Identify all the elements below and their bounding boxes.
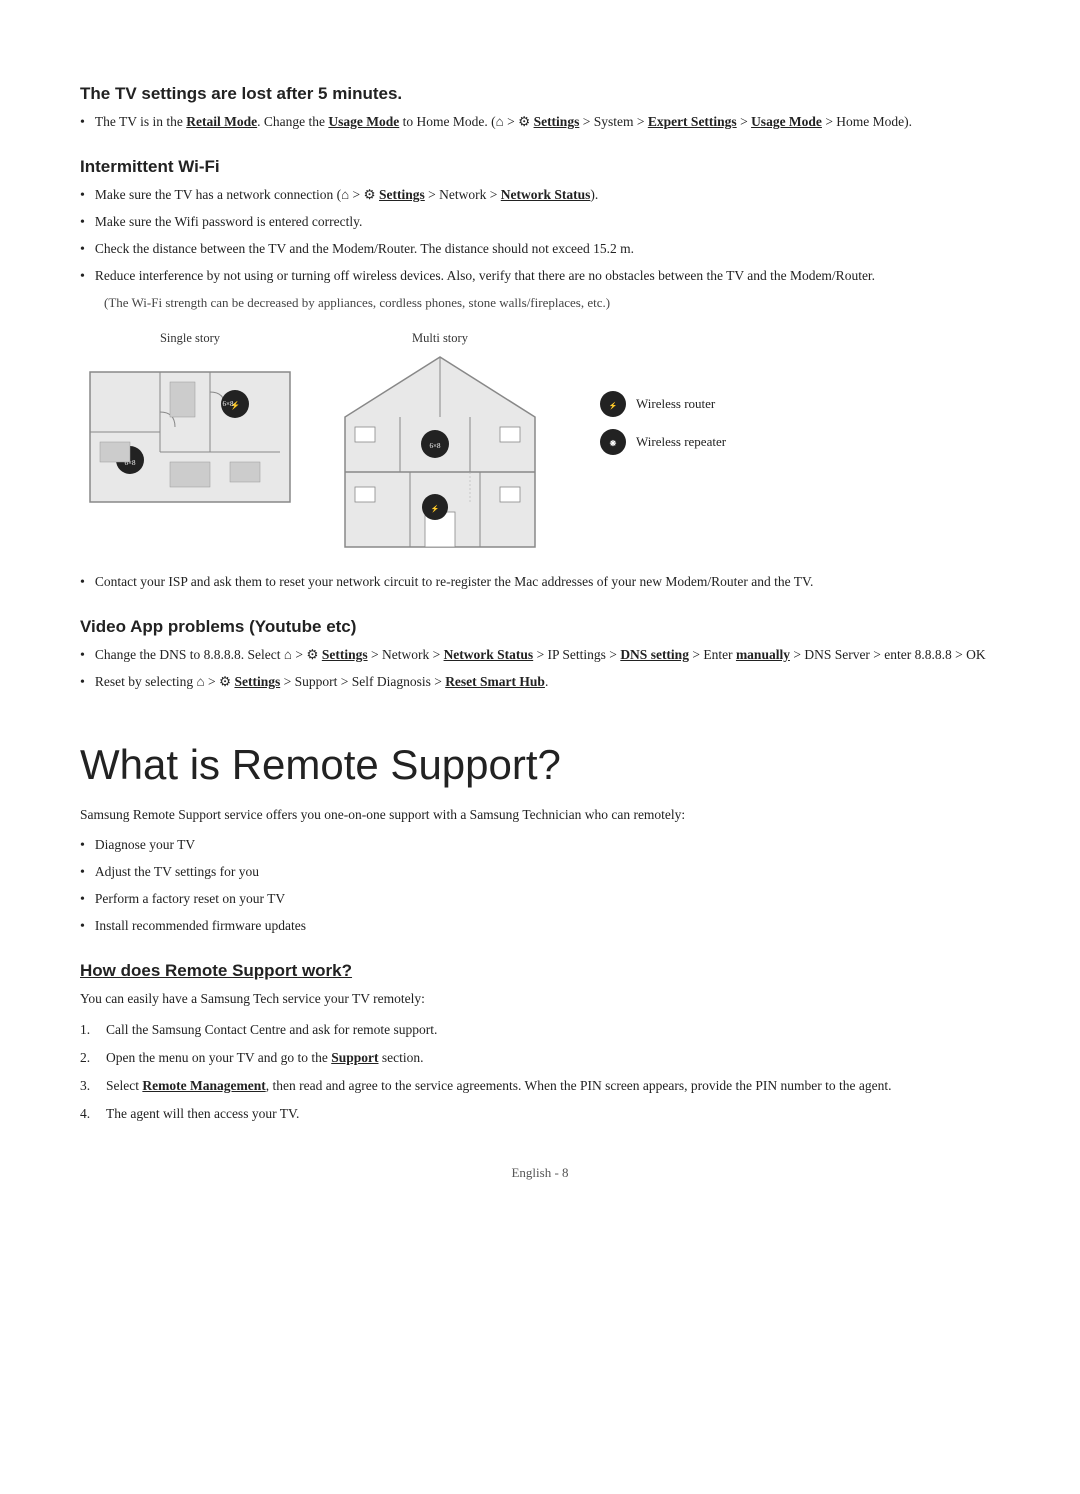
- tv-settings-title: The TV settings are lost after 5 minutes…: [80, 84, 1000, 104]
- wifi-diagram: Single story ⚡ 6×8 6×8: [80, 331, 1000, 552]
- svg-text:❋: ❋: [610, 439, 617, 448]
- video-app-section: Video App problems (Youtube etc) Change …: [80, 617, 1000, 693]
- how-works-section: How does Remote Support work? You can ea…: [80, 961, 1000, 1124]
- repeater-icon: ❋: [600, 429, 626, 455]
- how-works-title: How does Remote Support work?: [80, 961, 1000, 981]
- wifi-bullet4: Reduce interference by not using or turn…: [80, 266, 1000, 287]
- router-label: Wireless router: [636, 396, 715, 412]
- footer-text: English - 8: [511, 1165, 568, 1180]
- single-story-label: Single story: [160, 331, 220, 346]
- svg-text:6×8: 6×8: [223, 400, 234, 408]
- video-app-bullet1: Change the DNS to 8.8.8.8. Select ⌂ > ⚙ …: [80, 645, 1000, 666]
- wifi-bullet5: Contact your ISP and ask them to reset y…: [80, 572, 1000, 593]
- svg-text:⚡: ⚡: [431, 504, 440, 513]
- wifi-bullet3: Check the distance between the TV and th…: [80, 239, 1000, 260]
- how-works-step4: The agent will then access your TV.: [80, 1104, 1000, 1124]
- wifi-legend: ⚡ Wireless router ❋ Wireless repeater: [600, 391, 726, 455]
- multi-story-diagram: Multi story: [340, 331, 540, 552]
- repeater-label: Wireless repeater: [636, 434, 726, 450]
- remote-support-title: What is Remote Support?: [80, 741, 1000, 789]
- remote-support-bullet1: Diagnose your TV: [80, 835, 1000, 856]
- legend-repeater: ❋ Wireless repeater: [600, 429, 726, 455]
- wifi-bullet1: Make sure the TV has a network connectio…: [80, 185, 1000, 206]
- wifi-note: (The Wi-Fi strength can be decreased by …: [104, 295, 1000, 311]
- single-story-svg: ⚡ 6×8 6×8: [80, 352, 300, 512]
- multi-story-svg: 6×8 ⚡: [340, 352, 540, 552]
- how-works-step1: Call the Samsung Contact Centre and ask …: [80, 1020, 1000, 1040]
- svg-text:6×8: 6×8: [430, 442, 441, 450]
- remote-support-intro: Samsung Remote Support service offers yo…: [80, 805, 1000, 825]
- how-works-step2: Open the menu on your TV and go to the S…: [80, 1048, 1000, 1068]
- video-app-bullet2: Reset by selecting ⌂ > ⚙ Settings > Supp…: [80, 672, 1000, 693]
- single-story-diagram: Single story ⚡ 6×8 6×8: [80, 331, 300, 512]
- wifi-title: Intermittent Wi-Fi: [80, 157, 1000, 177]
- router-icon: ⚡: [600, 391, 626, 417]
- tv-settings-bullet1: The TV is in the Retail Mode. Change the…: [80, 112, 1000, 133]
- wifi-section: Intermittent Wi-Fi Make sure the TV has …: [80, 157, 1000, 593]
- page-footer: English - 8: [80, 1165, 1000, 1181]
- wifi-bullet2: Make sure the Wifi password is entered c…: [80, 212, 1000, 233]
- remote-support-bullet3: Perform a factory reset on your TV: [80, 889, 1000, 910]
- legend-router: ⚡ Wireless router: [600, 391, 726, 417]
- video-app-title: Video App problems (Youtube etc): [80, 617, 1000, 637]
- how-works-intro: You can easily have a Samsung Tech servi…: [80, 989, 1000, 1009]
- how-works-step3: Select Remote Management, then read and …: [80, 1076, 1000, 1096]
- svg-text:⚡: ⚡: [609, 401, 618, 410]
- remote-support-bullet4: Install recommended firmware updates: [80, 916, 1000, 937]
- tv-settings-section: The TV settings are lost after 5 minutes…: [80, 84, 1000, 133]
- multi-story-label: Multi story: [412, 331, 468, 346]
- remote-support-section: What is Remote Support? Samsung Remote S…: [80, 741, 1000, 937]
- remote-support-bullet2: Adjust the TV settings for you: [80, 862, 1000, 883]
